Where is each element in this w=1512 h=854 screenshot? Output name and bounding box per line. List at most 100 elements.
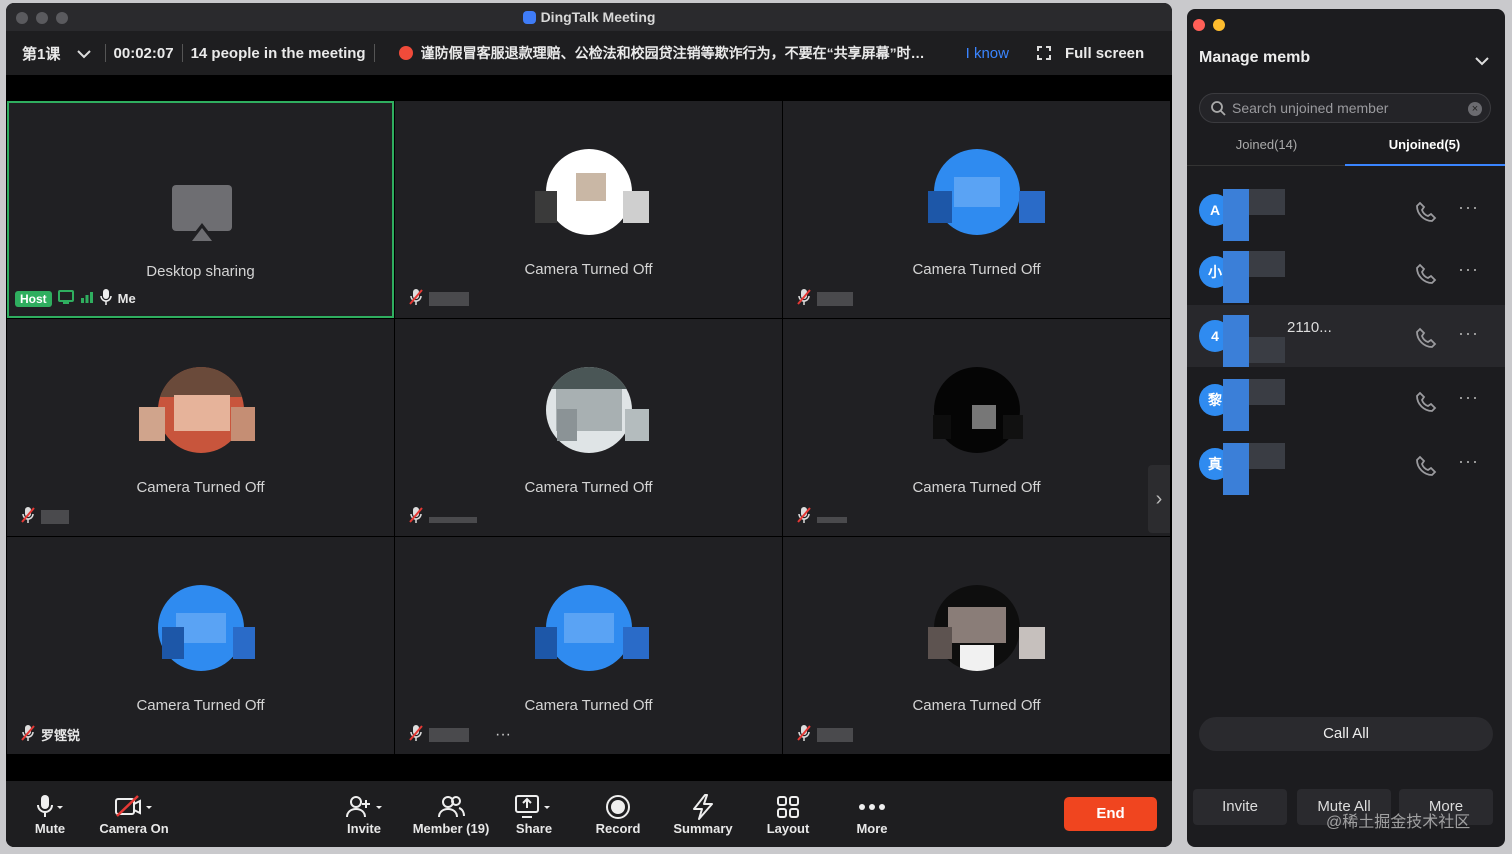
- member-more-icon[interactable]: ···: [1458, 259, 1479, 280]
- call-all-button[interactable]: Call All: [1199, 717, 1493, 751]
- video-tile[interactable]: Camera Turned Off: [783, 101, 1170, 318]
- participant-name-blurred: [41, 509, 69, 524]
- member-name-blurred: [1217, 371, 1293, 431]
- video-tile[interactable]: Camera Turned Off: [395, 319, 782, 536]
- invite-label: Invite: [347, 821, 381, 836]
- signal-icon: [80, 291, 94, 306]
- fullscreen-icon[interactable]: [1036, 46, 1051, 60]
- member-row[interactable]: 真 ···: [1187, 433, 1505, 495]
- next-page-arrow-icon[interactable]: ›: [1148, 465, 1170, 533]
- member-name: 2110...: [1287, 319, 1332, 336]
- share-label: Share: [515, 821, 553, 836]
- clear-search-icon[interactable]: ×: [1468, 102, 1482, 116]
- video-tile-me[interactable]: Desktop sharing Host Me: [7, 101, 394, 318]
- pixelation-block: [1019, 627, 1045, 659]
- pixelation-block: [1019, 191, 1045, 223]
- phone-icon[interactable]: [1415, 391, 1437, 418]
- member-row[interactable]: A ···: [1187, 179, 1505, 241]
- me-label: Me: [117, 291, 136, 306]
- minimize-window-button[interactable]: [1213, 19, 1225, 31]
- chevron-down-icon: [76, 46, 91, 63]
- video-stage: Desktop sharing Host Me Camera Turned Of…: [6, 75, 1172, 781]
- mic-muted-icon: [797, 289, 811, 308]
- more-label: More: [856, 821, 888, 836]
- tile-footer: Host Me: [15, 289, 136, 308]
- summary-button[interactable]: Summary: [663, 793, 743, 836]
- phone-icon[interactable]: [1415, 201, 1437, 228]
- mic-muted-icon: [21, 507, 35, 526]
- tile-footer: [797, 725, 853, 744]
- screen-share-status-icon: [57, 290, 74, 307]
- fullscreen-button[interactable]: Full screen: [1065, 45, 1144, 62]
- record-button[interactable]: Record: [578, 793, 658, 836]
- member-name-blurred: [1217, 181, 1293, 241]
- phone-icon[interactable]: [1415, 327, 1437, 354]
- participant-name-blurred: [817, 516, 847, 523]
- mic-muted-icon: [21, 725, 35, 744]
- mute-label: Mute: [34, 821, 66, 836]
- panel-invite-button[interactable]: Invite: [1193, 789, 1287, 825]
- panel-title: Manage memb: [1199, 49, 1311, 66]
- i-know-link[interactable]: I know: [966, 45, 1009, 62]
- camera-off-label: Camera Turned Off: [912, 479, 1041, 496]
- video-tile[interactable]: Camera Turned Off: [783, 319, 1170, 536]
- video-tile[interactable]: Camera Turned Off: [7, 319, 394, 536]
- participant-avatar: [545, 585, 632, 671]
- search-placeholder: Search unjoined member: [1232, 100, 1389, 116]
- course-selector[interactable]: 第1课: [22, 43, 91, 64]
- divider: [373, 44, 375, 62]
- phone-icon[interactable]: [1415, 263, 1437, 290]
- manage-members-window: Manage memb Search unjoined member × Joi…: [1187, 9, 1505, 847]
- add-user-icon: [324, 793, 404, 821]
- phone-icon[interactable]: [1415, 455, 1437, 482]
- tab-joined[interactable]: Joined(14): [1187, 137, 1346, 152]
- mic-muted-icon: [409, 289, 423, 308]
- share-button[interactable]: Share: [494, 793, 574, 836]
- tile-footer: [409, 289, 469, 308]
- pixelation-block: [933, 415, 951, 439]
- camera-off-label: Camera Turned Off: [136, 479, 265, 496]
- tile-footer: ···: [409, 725, 511, 744]
- video-tile[interactable]: Camera Turned Off: [783, 537, 1170, 754]
- chevron-down-icon[interactable]: [1475, 53, 1489, 71]
- tile-footer: [409, 507, 477, 526]
- camera-off-label: Camera Turned Off: [524, 479, 653, 496]
- pixelation-block: [535, 627, 557, 659]
- search-input[interactable]: Search unjoined member ×: [1199, 93, 1491, 123]
- layout-button[interactable]: Layout: [748, 793, 828, 836]
- end-meeting-button[interactable]: End: [1064, 797, 1157, 831]
- tab-underline: [1345, 164, 1505, 166]
- pixelation-block: [231, 407, 255, 441]
- member-row[interactable]: 小 ···: [1187, 241, 1505, 303]
- mic-muted-icon: [409, 725, 423, 744]
- member-more-icon[interactable]: ···: [1458, 451, 1479, 472]
- more-button[interactable]: More: [832, 793, 912, 836]
- video-tile[interactable]: Camera Turned Off 罗铿锐: [7, 537, 394, 754]
- search-icon: [1210, 100, 1226, 121]
- member-row[interactable]: 4 2110... ···: [1187, 305, 1505, 367]
- tile-more-button[interactable]: ···: [495, 726, 511, 744]
- participant-avatar: [545, 149, 632, 235]
- member-name-blurred: [1217, 243, 1293, 303]
- member-more-icon[interactable]: ···: [1458, 323, 1479, 344]
- meeting-timer: 00:02:07: [113, 44, 174, 62]
- share-screen-icon: [494, 793, 574, 821]
- tab-unjoined[interactable]: Unjoined(5): [1345, 137, 1504, 152]
- invite-button[interactable]: Invite: [324, 793, 404, 836]
- camera-button[interactable]: Camera On: [94, 793, 174, 836]
- member-more-icon[interactable]: ···: [1458, 387, 1479, 408]
- camera-off-label: Camera Turned Off: [136, 697, 265, 714]
- video-tile[interactable]: Camera Turned Off ···: [395, 537, 782, 754]
- participant-name: 罗铿锐: [41, 728, 81, 743]
- member-more-icon[interactable]: ···: [1458, 197, 1479, 218]
- close-window-button[interactable]: [1193, 19, 1205, 31]
- mute-button[interactable]: Mute: [10, 793, 90, 836]
- member-row[interactable]: 黎 ···: [1187, 369, 1505, 431]
- participant-count[interactable]: 14 people in the meeting: [191, 45, 366, 62]
- microphone-icon: [99, 289, 112, 308]
- participant-name-blurred: [429, 727, 469, 742]
- meeting-toolbar: Mute Camera On Invite Member (19) Share …: [6, 781, 1172, 847]
- more-dots-icon: [832, 793, 912, 821]
- member-button[interactable]: Member (19): [409, 793, 493, 836]
- video-tile[interactable]: Camera Turned Off: [395, 101, 782, 318]
